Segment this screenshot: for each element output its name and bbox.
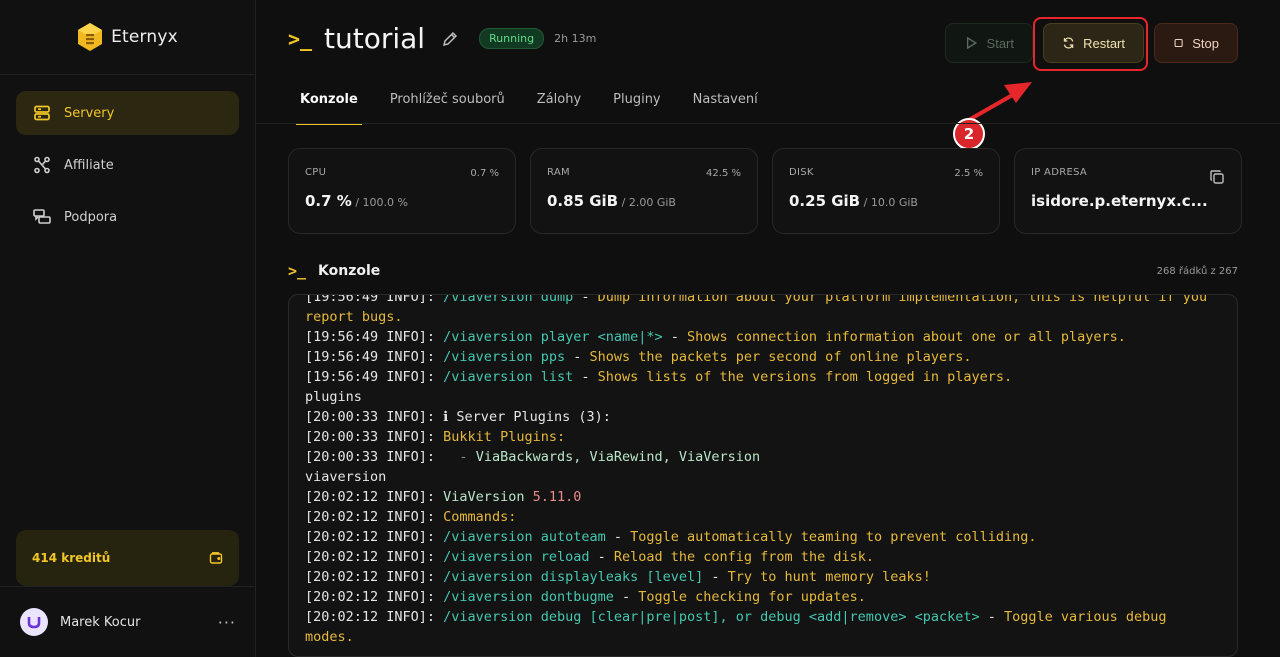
sidebar-nav: Servery Affiliate Podpora bbox=[0, 75, 255, 255]
stat-card-ip: IP ADRESA isidore.p.eternyx.c... bbox=[1014, 148, 1242, 234]
sidebar-item-affiliate[interactable]: Affiliate bbox=[16, 143, 239, 187]
console-line: [20:02:12 INFO]: /viaversion displayleak… bbox=[305, 569, 931, 585]
server-title: tutorial bbox=[324, 22, 426, 55]
terminal-prompt-icon: >_ bbox=[288, 26, 313, 51]
user-name: Marek Kocur bbox=[60, 614, 141, 630]
console-line-count: 268 řádků z 267 bbox=[1156, 265, 1238, 277]
tab-pluginy[interactable]: Pluginy bbox=[613, 82, 661, 125]
sidebar-item-label: Servery bbox=[64, 105, 115, 121]
console-line: [19:56:49 INFO]: /viaversion list - Show… bbox=[305, 369, 1013, 385]
tab-nastaveni[interactable]: Nastavení bbox=[693, 82, 758, 125]
console-line: [20:02:12 INFO]: /viaversion dontbugme -… bbox=[305, 589, 866, 605]
console-line: [20:02:12 INFO]: /viaversion autoteam - … bbox=[305, 529, 1037, 545]
console-header: >_ Konzole 268 řádků z 267 bbox=[288, 262, 1238, 280]
start-button-label: Start bbox=[986, 35, 1014, 51]
resource-stats: CPU 0.7 % 0.7 % / 100.0 % RAM 42.5 % 0.8… bbox=[288, 148, 1242, 234]
console-line: viaversion bbox=[305, 469, 387, 485]
server-icon bbox=[34, 105, 50, 121]
tab-zalohy[interactable]: Zálohy bbox=[537, 82, 581, 125]
console-line: [20:00:33 INFO]: Bukkit Plugins: bbox=[305, 429, 566, 445]
console-line: [19:56:49 INFO]: /viaversion dump - Dump… bbox=[305, 294, 1216, 325]
sidebar-item-servery[interactable]: Servery bbox=[16, 91, 239, 135]
share-network-icon bbox=[34, 156, 50, 174]
console-line: [20:02:12 INFO]: /viaversion debug [clea… bbox=[305, 609, 1175, 645]
stat-label: IP ADRESA bbox=[1031, 167, 1088, 178]
wallet-icon bbox=[209, 552, 223, 564]
server-tabs: Konzole Prohlížeč souborů Zálohy Pluginy… bbox=[296, 82, 790, 125]
console-line: [20:02:12 INFO]: ViaVersion 5.11.0 bbox=[305, 489, 582, 505]
console-line: [19:56:49 INFO]: /viaversion pps - Shows… bbox=[305, 349, 972, 365]
play-icon bbox=[966, 36, 978, 50]
stat-card-disk: DISK 2.5 % 0.25 GiB / 10.0 GiB bbox=[772, 148, 1000, 234]
tabs-divider bbox=[256, 123, 1280, 124]
console-output[interactable]: [19:56:49 INFO]: /viaversion dump - Dump… bbox=[288, 294, 1238, 657]
main-content: >_ tutorial Running 2h 13m Start Restart bbox=[256, 0, 1280, 657]
uptime-label: 2h 13m bbox=[554, 32, 597, 45]
sidebar: Eternyx Servery Affiliate Podpora 414 kr… bbox=[0, 0, 256, 657]
ip-address-value[interactable]: isidore.p.eternyx.c... bbox=[1031, 192, 1225, 210]
stat-value: 0.25 GiB / 10.0 GiB bbox=[789, 192, 918, 210]
terminal-prompt-icon: >_ bbox=[288, 262, 307, 280]
credits-amount: 414 kreditů bbox=[32, 551, 111, 565]
status-badge: Running bbox=[479, 28, 545, 49]
credits-card[interactable]: 414 kreditů bbox=[16, 530, 239, 586]
stat-percent: 0.7 % bbox=[470, 168, 499, 179]
stop-button[interactable]: Stop bbox=[1154, 23, 1238, 63]
brand[interactable]: Eternyx bbox=[0, 0, 255, 75]
brand-name: Eternyx bbox=[111, 27, 178, 47]
sidebar-item-label: Podpora bbox=[64, 209, 118, 225]
console-lines: [19:56:49 INFO]: /viaversion dump - Dump… bbox=[305, 294, 1221, 647]
tab-prohlizec-souboru[interactable]: Prohlížeč souborů bbox=[390, 82, 505, 125]
server-header: >_ tutorial Running 2h 13m bbox=[288, 22, 596, 55]
copy-icon[interactable] bbox=[1209, 169, 1225, 185]
user-menu-icon[interactable]: ··· bbox=[218, 613, 236, 632]
console-line: [20:02:12 INFO]: Commands: bbox=[305, 509, 517, 525]
tab-konzole[interactable]: Konzole bbox=[296, 82, 362, 125]
console-line: [20:00:33 INFO]: ℹ Server Plugins (3): bbox=[305, 409, 611, 425]
user-avatar-icon bbox=[27, 617, 41, 629]
stat-value: 0.85 GiB / 2.00 GiB bbox=[547, 192, 676, 210]
chat-support-icon bbox=[33, 209, 51, 224]
stat-percent: 42.5 % bbox=[706, 168, 741, 179]
stop-icon bbox=[1174, 38, 1183, 48]
console-title: Konzole bbox=[318, 263, 381, 279]
sidebar-item-label: Affiliate bbox=[64, 157, 114, 173]
stop-button-label: Stop bbox=[1192, 35, 1219, 51]
pencil-edit-icon[interactable] bbox=[441, 30, 459, 48]
eternyx-logo-icon bbox=[78, 23, 103, 51]
user-panel[interactable]: Marek Kocur ··· bbox=[0, 586, 256, 657]
app-root: Eternyx Servery Affiliate Podpora 414 kr… bbox=[0, 0, 1280, 657]
stat-card-ram: RAM 42.5 % 0.85 GiB / 2.00 GiB bbox=[530, 148, 758, 234]
console-line: plugins bbox=[305, 389, 362, 405]
avatar bbox=[20, 608, 48, 636]
sidebar-item-podpora[interactable]: Podpora bbox=[16, 195, 239, 239]
console-line: [20:02:12 INFO]: /viaversion reload - Re… bbox=[305, 549, 874, 565]
stat-percent: 2.5 % bbox=[954, 168, 983, 179]
stat-card-cpu: CPU 0.7 % 0.7 % / 100.0 % bbox=[288, 148, 516, 234]
console-line: [20:00:33 INFO]: - ViaBackwards, ViaRewi… bbox=[305, 449, 761, 465]
console-line: [19:56:49 INFO]: /viaversion player <nam… bbox=[305, 329, 1126, 345]
stat-value: 0.7 % / 100.0 % bbox=[305, 192, 408, 210]
